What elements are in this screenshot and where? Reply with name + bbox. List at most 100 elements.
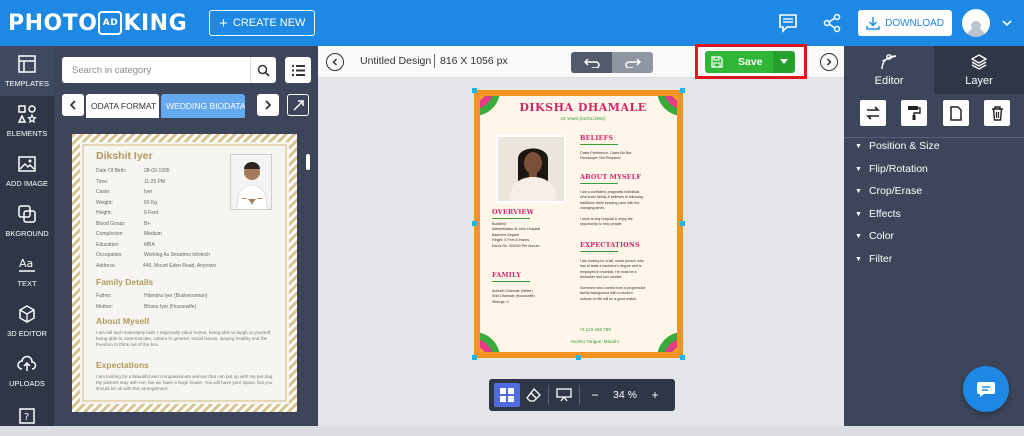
chevron-down-icon[interactable] (990, 17, 1024, 29)
download-button[interactable]: DOWNLOAD (858, 10, 952, 36)
beliefs-list: Caste Preference: Caste No Bar Horoscope:… (580, 151, 632, 162)
save-options-caret-icon[interactable] (773, 51, 795, 73)
tab-wedding-biodata[interactable]: WEDDING BIODATA (161, 94, 245, 118)
section-effects[interactable]: ▼ Effects (855, 208, 901, 220)
tab-layer-label: Layer (965, 75, 993, 87)
eraser-icon[interactable] (520, 383, 546, 407)
nav-text-label: TEXT (17, 279, 37, 288)
thumb-field-value: MBA (144, 241, 155, 248)
man-portrait-icon (231, 155, 271, 209)
thumb-field-value: B+ (144, 220, 151, 227)
nav-uploads[interactable]: UPLOADS (0, 346, 54, 396)
design-page[interactable]: DIKSHA DHAMALE 24 Years (01/01/1994) BEL… (472, 88, 685, 360)
zoom-out-icon[interactable]: − (582, 383, 608, 407)
presentation-icon[interactable] (551, 383, 577, 407)
tab-biodata-format[interactable]: ODATA FORMAT (86, 94, 159, 118)
section-color[interactable]: ▼ Color (855, 230, 894, 242)
beliefs-heading: BELIEFS (580, 134, 619, 145)
nav-3d-editor-label: 3D EDITOR (7, 329, 47, 338)
nav-templates[interactable]: TEMPLATES (0, 46, 54, 96)
thumb-field-key: Blood Group: (96, 220, 126, 227)
document-title[interactable]: Untitled Design (360, 55, 434, 67)
thumb-field-row: Mother: Bhanu Iyer (Housewife) (96, 302, 256, 313)
biodata-age: 24 Years (01/01/1994) (560, 116, 606, 121)
undo-icon (583, 57, 600, 68)
resize-handle[interactable] (576, 355, 581, 360)
section-flip-rotation[interactable]: ▼ Flip/Rotation (855, 163, 928, 175)
zoom-divider (548, 385, 549, 405)
top-right-actions: DOWNLOAD (766, 0, 1024, 46)
resize-handle[interactable] (472, 221, 477, 226)
family-line: Siblings: 4 (492, 299, 509, 304)
thumb-field-row: Blood Group: B+ (96, 219, 216, 230)
download-icon (866, 17, 880, 30)
tab-editor[interactable]: Editor (844, 46, 934, 94)
panel-scrollbar[interactable] (306, 154, 310, 170)
section-filter[interactable]: ▼ Filter (855, 253, 892, 265)
tab-layer[interactable]: Layer (934, 46, 1024, 94)
thumb-name: Dikshit Iyer (96, 150, 153, 162)
save-button[interactable]: Save (705, 51, 773, 73)
chat-support-button[interactable] (963, 366, 1009, 412)
document-size: 816 X 1056 px (440, 55, 508, 67)
nav-add-image[interactable]: ADD IMAGE (0, 146, 54, 196)
feedback-icon[interactable] (766, 0, 810, 46)
biodata-name: DIKSHA DHAMALE (519, 101, 647, 114)
undo-button[interactable] (571, 52, 612, 73)
nav-background-label: BKGROUND (5, 229, 49, 238)
flower-corner-icon (657, 96, 677, 116)
nav-help[interactable]: ? (0, 396, 54, 436)
nav-text[interactable]: Aa TEXT (0, 246, 54, 296)
create-new-button[interactable]: + CREATE NEW (209, 10, 316, 36)
duplicate-page-icon[interactable] (943, 100, 969, 126)
section-position-size[interactable]: ▼ Position & Size (855, 140, 940, 152)
template-thumbnail[interactable]: Dikshit Iyer Date Of Birth: 28-03-1995 Tim… (72, 134, 297, 412)
nav-3d-editor[interactable]: 3D EDITOR (0, 296, 54, 346)
collapse-left-icon[interactable] (326, 53, 344, 71)
chevron-right-icon[interactable] (257, 94, 279, 116)
thumb-field-value: 11:25 PM (144, 178, 166, 185)
list-view-icon[interactable] (285, 57, 311, 83)
bezier-pen-icon (881, 54, 897, 70)
thumb-fields: Date Of Birth: 28-03-1995 Time: 11:25 PM Cas… (96, 166, 216, 271)
paint-roller-icon[interactable] (901, 100, 927, 126)
top-bar: PHOTO AD KING + CREATE NEW DOWNLOAD (0, 0, 1024, 46)
zoom-in-icon[interactable]: + (642, 383, 668, 407)
thumb-field-value: 445, Mount Eden Road, Anytown (142, 262, 216, 269)
share-icon[interactable] (810, 0, 854, 46)
trash-icon[interactable] (984, 100, 1010, 126)
swap-icon[interactable] (860, 100, 886, 126)
elements-icon (17, 105, 37, 124)
logo-text-king: KING (123, 10, 188, 36)
redo-button[interactable] (612, 52, 653, 73)
thumb-field-value: 60 Kg (144, 199, 158, 206)
resize-handle[interactable] (472, 88, 477, 93)
thumb-field-key: Weight: (96, 199, 113, 206)
text-icon: Aa (19, 257, 35, 272)
collapse-right-icon[interactable] (820, 53, 838, 71)
grid-view-icon[interactable] (494, 383, 520, 407)
resize-handle[interactable] (680, 88, 685, 93)
resize-handle[interactable] (472, 355, 477, 360)
nav-background[interactable]: BKGROUND (0, 196, 54, 246)
thumb-field-key: Mother: (96, 303, 113, 310)
add-image-icon (18, 156, 36, 172)
nav-elements[interactable]: ELEMENTS (0, 96, 54, 146)
chevron-left-icon[interactable] (62, 94, 84, 116)
search-icon[interactable] (250, 57, 276, 83)
avatar[interactable] (962, 9, 990, 37)
expect-line: outlook on life will be a good match. (580, 296, 637, 301)
resize-handle[interactable] (680, 221, 685, 226)
resize-handle[interactable] (680, 355, 685, 360)
about-line: opportunity to help people. (580, 222, 623, 227)
logo[interactable]: PHOTO AD KING (8, 11, 187, 36)
expand-icon[interactable] (287, 94, 309, 116)
help-icon: ? (19, 408, 35, 424)
search-input[interactable]: Search in category (62, 57, 250, 83)
floppy-disk-icon (711, 56, 723, 68)
logo-text-ad: AD (98, 11, 123, 35)
thumb-field-value: 6 Feet (144, 210, 159, 216)
biodata-contact: +0 123 456 789 (579, 327, 611, 332)
section-crop-erase[interactable]: ▼ Crop/Erase (855, 185, 922, 197)
undo-redo-group (571, 52, 653, 73)
